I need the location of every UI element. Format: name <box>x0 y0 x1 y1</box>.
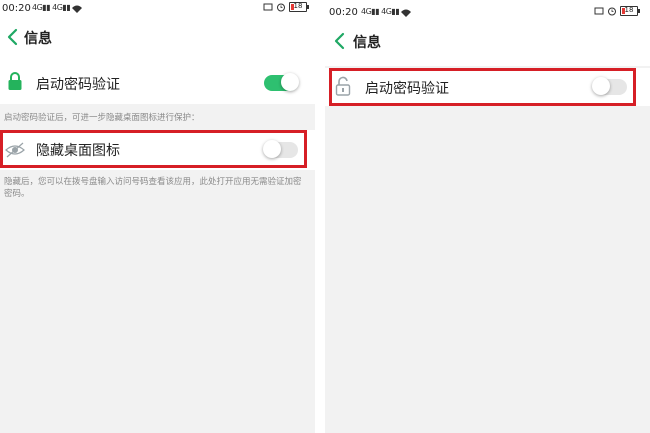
battery-level: 18 <box>293 2 303 10</box>
nfc-icon <box>263 3 273 11</box>
status-right: 18 <box>594 6 640 16</box>
alarm-icon <box>277 3 285 12</box>
password-verify-toggle[interactable] <box>592 77 627 95</box>
password-verify-label: 启动密码验证 <box>365 81 449 97</box>
page-title: 信息 <box>24 31 52 47</box>
footer-note: 隐藏后，您可以在拨号盘输入访问号码查看该应用，此处打开应用无需验证加密密码。 <box>4 177 302 199</box>
status-bar: 00:20 4G▮▮ 4G▮▮ 18 <box>325 0 650 26</box>
password-verify-row[interactable]: 启动密码验证 <box>0 62 315 104</box>
password-verify-toggle[interactable] <box>264 73 299 91</box>
battery-icon: 18 <box>620 6 640 16</box>
status-time: 00:20 <box>329 7 358 18</box>
wifi-icon <box>401 9 411 17</box>
page-title: 信息 <box>353 35 381 51</box>
status-time: 00:20 <box>2 3 31 14</box>
alarm-icon <box>608 7 616 16</box>
lock-closed-icon <box>8 72 22 90</box>
header: 信息 <box>0 20 315 62</box>
hide-hint-text: 启动密码验证后，可进一步隐藏桌面图标进行保护： <box>4 113 200 123</box>
eye-hidden-icon <box>5 142 25 158</box>
battery-level: 18 <box>624 6 634 14</box>
lock-open-icon <box>335 76 351 96</box>
wifi-icon <box>72 5 82 13</box>
password-verify-row[interactable]: 启动密码验证 <box>325 68 650 106</box>
left-screen: 00:20 4G▮▮ 4G▮▮ 18 信息 启动密码验证 启动密码验证后，可进一… <box>0 0 315 433</box>
hide-icon-toggle[interactable] <box>263 140 298 158</box>
header: 信息 <box>325 26 650 66</box>
signal-icon: 4G▮▮ 4G▮▮ <box>32 3 71 12</box>
back-arrow-icon[interactable] <box>4 26 24 48</box>
signal-icon: 4G▮▮ 4G▮▮ <box>361 7 400 16</box>
status-bar: 00:20 4G▮▮ 4G▮▮ 18 <box>0 0 315 20</box>
hide-icon-row[interactable]: 隐藏桌面图标 <box>0 130 315 170</box>
hide-icon-label: 隐藏桌面图标 <box>36 143 120 159</box>
status-right: 18 <box>263 2 309 12</box>
back-arrow-icon[interactable] <box>331 30 351 52</box>
nfc-icon <box>594 7 604 15</box>
password-verify-label: 启动密码验证 <box>36 77 120 93</box>
right-screen: 00:20 4G▮▮ 4G▮▮ 18 信息 启动密码验证 <box>325 0 650 433</box>
battery-icon: 18 <box>289 2 309 12</box>
